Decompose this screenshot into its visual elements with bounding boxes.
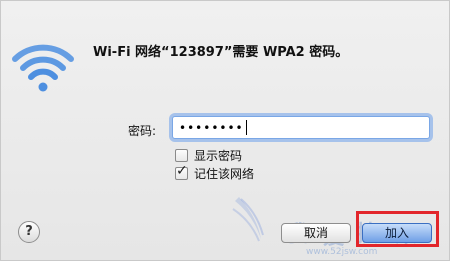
watermark-url: www.52jsw.com (306, 247, 378, 257)
remember-network-option[interactable]: ✓ 记住该网络 (175, 163, 255, 182)
join-highlight-box (356, 211, 439, 247)
remember-network-checkbox[interactable]: ✓ (175, 163, 188, 180)
help-button[interactable]: ? (18, 221, 40, 243)
show-password-label: 显示密码 (194, 149, 243, 163)
wifi-password-dialog: Wi-Fi 网络“123897”需要 WPA2 密码。 密码: ••••••••… (0, 0, 450, 261)
remember-network-label: 记住该网络 (194, 167, 255, 181)
checkmark-icon: ✓ (176, 163, 188, 179)
show-password-checkbox[interactable] (175, 149, 188, 162)
show-password-option[interactable]: 显示密码 (175, 147, 242, 164)
text-caret (245, 120, 247, 135)
wifi-icon (12, 44, 74, 92)
dialog-title: Wi-Fi 网络“123897”需要 WPA2 密码。 (93, 45, 349, 60)
password-field[interactable]: •••••••• (172, 116, 430, 139)
password-label: 密码: (128, 124, 157, 138)
password-masked-value: •••••••• (179, 120, 244, 135)
cancel-button[interactable]: 取消 (281, 223, 351, 243)
